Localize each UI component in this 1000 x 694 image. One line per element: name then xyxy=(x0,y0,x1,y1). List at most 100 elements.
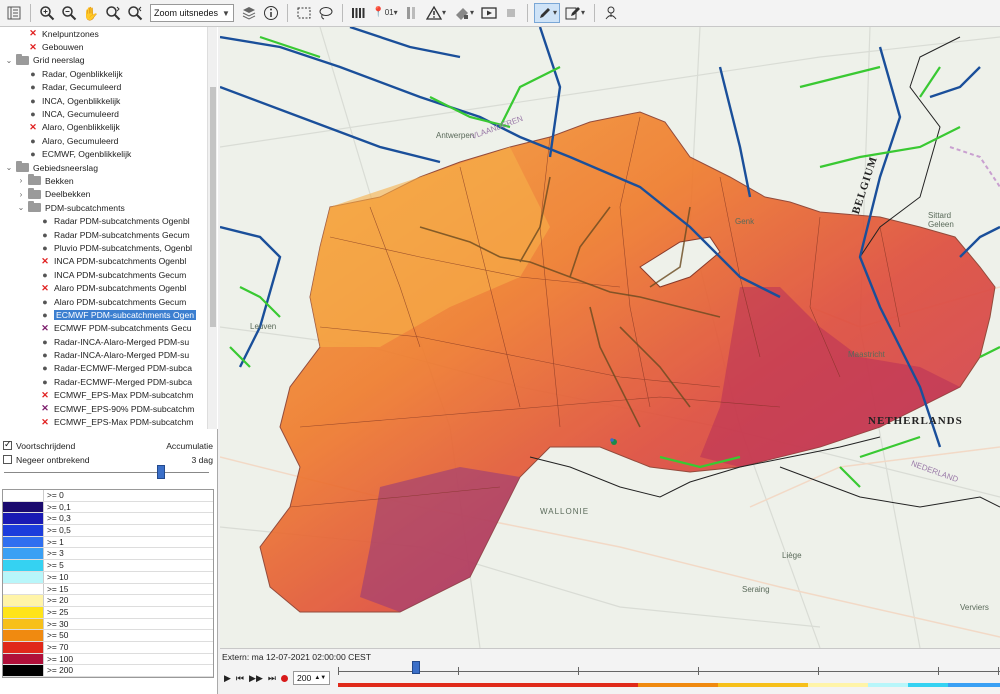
tree-item[interactable]: ● Radar, Ogenblikkelijk xyxy=(0,67,218,80)
tree-item[interactable]: ● Radar-ECMWF-Merged PDM-subca xyxy=(0,362,218,375)
zoom-next-icon[interactable] xyxy=(125,3,145,23)
disabled-x-icon[interactable]: ✕ xyxy=(40,417,50,428)
tree-item[interactable]: ✕ ECMWF_EPS-Max PDM-subcatchm xyxy=(0,389,218,402)
tree-item[interactable]: ● Radar-ECMWF-Merged PDM-subca xyxy=(0,375,218,388)
layer-dot-icon[interactable]: ● xyxy=(40,377,50,387)
user-network-icon[interactable] xyxy=(601,3,621,23)
step-back-icon[interactable]: ⏮ xyxy=(236,673,244,684)
layer-dot-icon[interactable]: ● xyxy=(40,363,50,373)
pan-hand-icon[interactable]: ✋ xyxy=(81,3,101,23)
disabled-x-icon[interactable]: ✕ xyxy=(28,122,38,133)
time-slider[interactable] xyxy=(338,661,1000,675)
layer-dot-icon[interactable]: ● xyxy=(28,82,38,92)
accumulation-slider[interactable] xyxy=(4,463,209,483)
tree-item[interactable]: ● Radar PDM-subcatchments Ogenbl xyxy=(0,214,218,227)
layer-dot-icon[interactable]: ● xyxy=(40,230,50,240)
tree-item[interactable]: ● INCA, Ogenblikkelijk xyxy=(0,94,218,107)
scrollbar-thumb[interactable] xyxy=(210,87,216,327)
tree-item[interactable]: ✕ Alaro, Ogenblikkelijk xyxy=(0,121,218,134)
voortschrijdend-checkbox-row[interactable]: Voortschrijdend Accumulatie xyxy=(3,439,215,452)
zoom-extents-select[interactable]: Zoom uitsnedes ▼ xyxy=(150,4,234,22)
lasso-select-icon[interactable] xyxy=(316,3,336,23)
tree-item[interactable]: ● Radar-INCA-Alaro-Merged PDM-su xyxy=(0,335,218,348)
layer-dot-icon[interactable]: ● xyxy=(28,136,38,146)
step-forward-icon[interactable]: ▶▶ xyxy=(249,673,263,684)
disabled-x-icon[interactable]: ✕ xyxy=(28,42,38,53)
voortschrijdend-checkbox[interactable] xyxy=(3,439,12,451)
zoom-previous-icon[interactable] xyxy=(103,3,123,23)
layer-dot-icon[interactable]: ● xyxy=(28,149,38,159)
play-icon[interactable]: ▶ xyxy=(224,673,231,684)
record-icon[interactable] xyxy=(280,674,288,682)
layer-dot-icon[interactable]: ● xyxy=(28,109,38,119)
slider-thumb[interactable] xyxy=(157,465,165,479)
layer-dot-icon[interactable]: ● xyxy=(28,69,38,79)
legend-swatch xyxy=(3,653,43,665)
tree-item[interactable]: ⌄ Gebiedsneerslag xyxy=(0,161,218,174)
warning-icon[interactable]: ▾ xyxy=(423,3,449,23)
skip-end-icon[interactable]: ⏭ xyxy=(268,673,276,684)
tree-item[interactable]: ✕ Gebouwen xyxy=(0,40,218,53)
chevron-right-icon[interactable]: › xyxy=(16,176,26,185)
layer-dot-icon[interactable]: ● xyxy=(40,270,50,280)
layers-panel-icon[interactable] xyxy=(4,3,24,23)
tree-item[interactable]: ● Radar-INCA-Alaro-Merged PDM-su xyxy=(0,348,218,361)
disabled-x-icon[interactable]: ✕ xyxy=(40,283,50,294)
pencil-draw-icon[interactable]: ▾ xyxy=(533,3,560,23)
rectangle-select-icon[interactable] xyxy=(294,3,314,23)
layer-dot-icon[interactable]: ● xyxy=(40,243,50,253)
edit-pencil-icon[interactable]: ▾ xyxy=(562,3,588,23)
timeline-thumb[interactable] xyxy=(412,661,420,674)
layer-dot-icon[interactable]: ● xyxy=(40,297,50,307)
tree-item[interactable]: ● Alaro, Gecumuleerd xyxy=(0,134,218,147)
disabled-x-icon[interactable]: ✕ xyxy=(40,323,50,334)
tree-item[interactable]: ● Pluvio PDM-subcatchments, Ogenbl xyxy=(0,241,218,254)
tree-item[interactable]: ✕ Alaro PDM-subcatchments Ogenbl xyxy=(0,281,218,294)
tree-item[interactable]: ✕ INCA PDM-subcatchments Ogenbl xyxy=(0,255,218,268)
legend-row: >= 25 xyxy=(3,606,213,619)
layer-style-icon[interactable]: ▾ xyxy=(451,3,477,23)
chevron-right-icon[interactable]: › xyxy=(16,190,26,199)
tree-item[interactable]: ⌄ Grid neerslag xyxy=(0,53,218,67)
disabled-x-icon[interactable]: ✕ xyxy=(28,28,38,39)
spinner-arrows-icon[interactable]: ▲▼ xyxy=(314,675,326,681)
tree-item[interactable]: ⌄ PDM-subcatchments xyxy=(0,201,218,214)
tree-item[interactable]: ● ECMWF, Ogenblikkelijk xyxy=(0,148,218,161)
stop-icon[interactable] xyxy=(501,3,521,23)
tree-item[interactable]: ● Alaro PDM-subcatchments Gecum xyxy=(0,295,218,308)
chevron-down-icon[interactable]: ⌄ xyxy=(4,163,14,172)
layer-dot-icon[interactable]: ● xyxy=(40,310,50,320)
layer-dot-icon[interactable]: ● xyxy=(40,350,50,360)
zoom-out-icon[interactable] xyxy=(59,3,79,23)
table-view-icon[interactable] xyxy=(349,3,369,23)
speed-spinner[interactable]: 200 ▲▼ xyxy=(292,671,331,685)
layer-dot-icon[interactable]: ● xyxy=(40,337,50,347)
tree-item[interactable]: › Deelbekken xyxy=(0,187,218,201)
tree-item[interactable]: ● Radar, Gecumuleerd xyxy=(0,81,218,94)
disabled-x-icon[interactable]: ✕ xyxy=(40,256,50,267)
gauge-bars-icon[interactable] xyxy=(401,3,421,23)
map-view[interactable]: Antwerpen Genk Sittard Geleen Maastricht… xyxy=(220,27,1000,648)
layer-dot-icon[interactable]: ● xyxy=(28,96,38,106)
tree-item[interactable]: ✕ ECMWF_EPS-Max PDM-subcatchm xyxy=(0,415,218,428)
disabled-x-icon[interactable]: ✕ xyxy=(40,390,50,401)
tree-item[interactable]: ● Radar PDM-subcatchments Gecum xyxy=(0,228,218,241)
zoom-in-icon[interactable] xyxy=(37,3,57,23)
video-play-icon[interactable] xyxy=(479,3,499,23)
info-icon[interactable] xyxy=(261,3,281,23)
tree-item[interactable]: ✕ ECMWF_EPS-90% PDM-subcatchm xyxy=(0,402,218,415)
tree-item[interactable]: ● INCA PDM-subcatchments Gecum xyxy=(0,268,218,281)
tree-scrollbar[interactable] xyxy=(207,27,217,429)
tree-item[interactable]: ✕ ECMWF PDM-subcatchments Gecu xyxy=(0,322,218,335)
tree-item[interactable]: ● INCA, Gecumuleerd xyxy=(0,107,218,120)
location-marker-icon[interactable]: 📍 01 ▾ xyxy=(371,3,399,23)
chevron-down-icon[interactable]: ⌄ xyxy=(4,56,14,65)
layers-stack-icon[interactable] xyxy=(239,3,259,23)
layer-dot-icon[interactable]: ● xyxy=(40,216,50,226)
disabled-x-icon[interactable]: ✕ xyxy=(40,403,50,414)
tree-item[interactable]: ● ECMWF PDM-subcatchments Ogen xyxy=(0,308,218,321)
map-canvas[interactable] xyxy=(220,27,1000,648)
tree-item[interactable]: ✕ Knelpuntzones xyxy=(0,27,218,40)
tree-item[interactable]: › Bekken xyxy=(0,174,218,187)
chevron-down-icon[interactable]: ⌄ xyxy=(16,203,26,212)
